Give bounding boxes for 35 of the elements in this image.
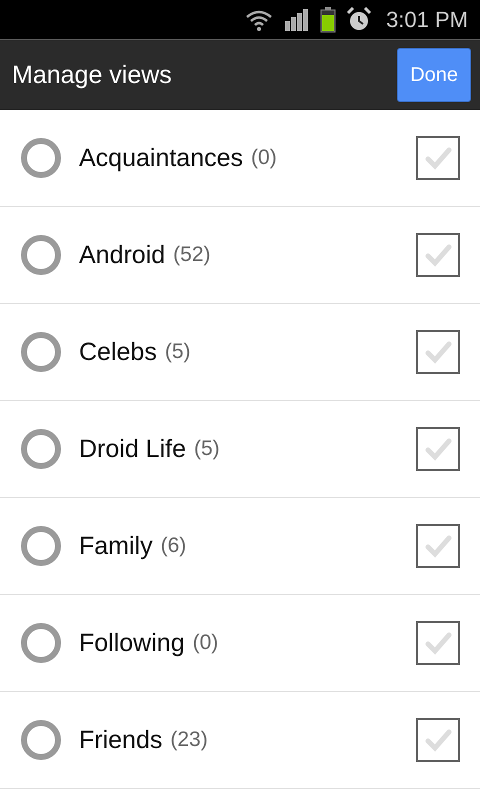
- screen-title: Manage views: [12, 60, 172, 90]
- checkbox[interactable]: [416, 427, 460, 471]
- checkbox[interactable]: [416, 621, 460, 665]
- view-count: (5): [194, 437, 221, 461]
- checkbox[interactable]: [416, 136, 460, 180]
- wifi-icon: [244, 8, 274, 32]
- clock-time: 3:01 PM: [386, 6, 468, 32]
- checkbox[interactable]: [416, 524, 460, 568]
- view-name: Droid Life: [79, 434, 186, 464]
- radio-button[interactable]: [21, 138, 61, 178]
- alarm-clock-icon: [346, 6, 372, 32]
- view-count: (6): [160, 534, 188, 558]
- battery-icon: [320, 6, 336, 32]
- view-name: Android: [79, 240, 166, 270]
- radio-button[interactable]: [21, 526, 61, 566]
- checkbox[interactable]: [416, 233, 460, 277]
- view-count: (0): [251, 146, 278, 170]
- radio-button[interactable]: [21, 720, 61, 760]
- view-name: Celebs: [79, 338, 157, 366]
- view-name: Family: [79, 532, 153, 560]
- signal-icon: [284, 8, 310, 30]
- view-name: Friends: [79, 726, 162, 754]
- radio-button[interactable]: [21, 429, 61, 469]
- view-name: Following: [79, 628, 185, 658]
- done-button[interactable]: Done: [397, 48, 471, 102]
- radio-button[interactable]: [21, 332, 61, 372]
- radio-button[interactable]: [21, 623, 61, 663]
- radio-button[interactable]: [21, 235, 61, 275]
- view-name: Acquaintances: [79, 144, 244, 172]
- checkbox[interactable]: [416, 718, 460, 762]
- view-count: (5): [164, 340, 192, 364]
- view-count: (52): [173, 243, 212, 267]
- checkbox[interactable]: [416, 330, 460, 374]
- view-count: (23): [170, 728, 209, 752]
- view-count: (0): [192, 631, 220, 655]
